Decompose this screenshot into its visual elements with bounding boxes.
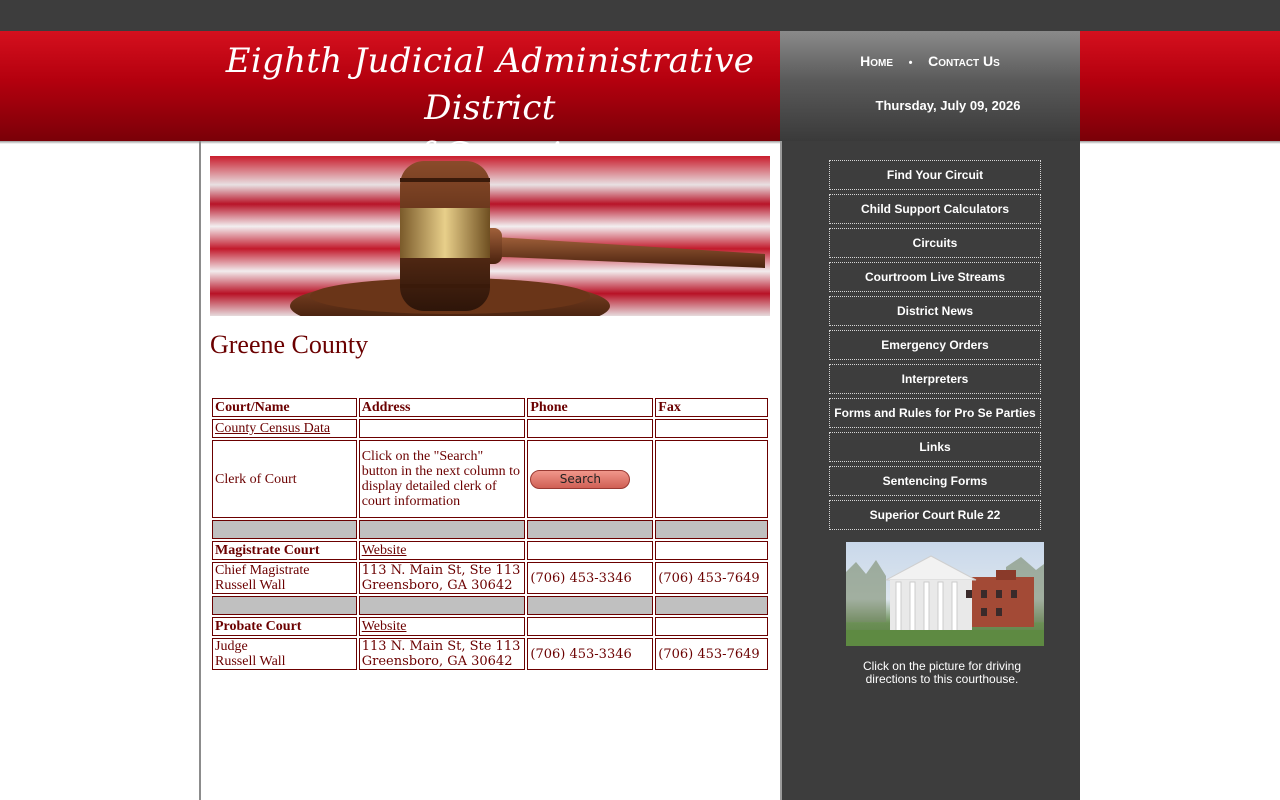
- probate-website-link[interactable]: Website: [362, 619, 407, 634]
- sidebar-menu: Find Your Circuit Child Support Calculat…: [829, 160, 1041, 534]
- probate-court-heading: Probate Court: [212, 617, 357, 636]
- table-row: Probate Court Website: [212, 617, 768, 636]
- table-cell: [527, 419, 654, 438]
- courthouse-photo[interactable]: [846, 542, 1044, 646]
- sidebar-item-child-support-calculators[interactable]: Child Support Calculators: [829, 194, 1041, 224]
- magistrate-court-heading: Magistrate Court: [212, 541, 357, 560]
- search-button[interactable]: Search: [530, 469, 631, 489]
- column-header-address: Address: [358, 398, 526, 417]
- header-links: Home • Contact Us: [780, 53, 1080, 69]
- magistrate-website-link[interactable]: Website: [362, 543, 407, 558]
- column-header-court-name: Court/Name: [212, 398, 357, 417]
- gavel-illustration: [290, 161, 765, 316]
- spacer-cell: [527, 596, 654, 615]
- sidebar-item-superior-court-rule-22[interactable]: Superior Court Rule 22: [829, 500, 1041, 530]
- page-title: Greene County: [210, 330, 369, 359]
- spacer-cell: [358, 520, 526, 539]
- probate-name-cell: Judge Russell Wall: [212, 638, 357, 670]
- current-date: Thursday, July 09, 2026: [875, 98, 1021, 113]
- sidebar-item-sentencing-forms[interactable]: Sentencing Forms: [829, 466, 1041, 496]
- sidebar-item-find-your-circuit[interactable]: Find Your Circuit: [829, 160, 1041, 190]
- sidebar-item-forms-and-rules[interactable]: Forms and Rules for Pro Se Parties: [829, 398, 1041, 428]
- probate-phone: (706) 453-3346: [527, 638, 654, 670]
- courthouse-illustration: [846, 555, 1044, 646]
- sidebar-item-interpreters[interactable]: Interpreters: [829, 364, 1041, 394]
- contact-us-link[interactable]: Contact Us: [928, 53, 1000, 69]
- magistrate-title: Chief Magistrate: [215, 563, 310, 578]
- magistrate-phone: (706) 453-3346: [527, 562, 654, 594]
- table-cell: County Census Data: [212, 419, 357, 438]
- table-cell: [358, 419, 526, 438]
- home-link[interactable]: Home: [860, 53, 893, 69]
- top-bar: [0, 0, 1280, 31]
- table-header-row: Court/Name Address Phone Fax: [212, 398, 768, 417]
- column-header-phone: Phone: [527, 398, 654, 417]
- table-spacer-row: [212, 520, 768, 539]
- address-line: Greensboro, GA 30642: [361, 654, 513, 669]
- table-cell: Website: [358, 541, 526, 560]
- table-row: Clerk of Court Click on the "Search" but…: [212, 440, 768, 518]
- table-row: Judge Russell Wall 113 N. Main St, Ste 1…: [212, 638, 768, 670]
- sidebar-item-circuits[interactable]: Circuits: [829, 228, 1041, 258]
- header-nav: Home • Contact Us Thursday, July 09, 202…: [780, 31, 1080, 141]
- probate-fax: (706) 453-7649: [655, 638, 768, 670]
- county-census-data-link[interactable]: County Census Data: [215, 421, 330, 436]
- column-header-fax: Fax: [655, 398, 768, 417]
- gavel-banner-image: [210, 156, 770, 316]
- spacer-cell: [212, 520, 357, 539]
- address-line: Greensboro, GA 30642: [361, 578, 513, 593]
- nav-separator: •: [908, 57, 913, 69]
- sidebar-item-links[interactable]: Links: [829, 432, 1041, 462]
- table-row: Magistrate Court Website: [212, 541, 768, 560]
- table-cell: [655, 440, 768, 518]
- probate-title: Judge: [215, 639, 248, 654]
- spacer-cell: [212, 596, 357, 615]
- table-spacer-row: [212, 596, 768, 615]
- spacer-cell: [358, 596, 526, 615]
- table-row: County Census Data: [212, 419, 768, 438]
- spacer-cell: [655, 520, 768, 539]
- spacer-cell: [655, 596, 768, 615]
- courthouse-caption: Click on the picture for driving directi…: [862, 659, 1022, 686]
- content-left-border: [199, 141, 201, 800]
- table-cell: [527, 541, 654, 560]
- spacer-cell: [527, 520, 654, 539]
- address-line: 113 N. Main St, Ste 113: [361, 639, 521, 654]
- site-title-line1: Eighth Judicial Administrative District: [225, 41, 755, 128]
- table-row: Chief Magistrate Russell Wall 113 N. Mai…: [212, 562, 768, 594]
- table-cell: [655, 617, 768, 636]
- magistrate-person: Russell Wall: [215, 578, 286, 593]
- probate-person: Russell Wall: [215, 654, 286, 669]
- magistrate-fax: (706) 453-7649: [655, 562, 768, 594]
- sidebar-item-courtroom-live-streams[interactable]: Courtroom Live Streams: [829, 262, 1041, 292]
- table-cell: Website: [358, 617, 526, 636]
- table-cell: Search: [527, 440, 654, 518]
- table-cell: [655, 419, 768, 438]
- court-directory-table: Court/Name Address Phone Fax County Cens…: [210, 396, 770, 672]
- magistrate-address-cell: 113 N. Main St, Ste 113 Greensboro, GA 3…: [358, 562, 526, 594]
- table-cell: [527, 617, 654, 636]
- table-cell: [655, 541, 768, 560]
- sidebar-item-emergency-orders[interactable]: Emergency Orders: [829, 330, 1041, 360]
- clerk-of-court-cell: Clerk of Court: [212, 440, 357, 518]
- clerk-instructions-cell: Click on the "Search" button in the next…: [358, 440, 526, 518]
- probate-address-cell: 113 N. Main St, Ste 113 Greensboro, GA 3…: [358, 638, 526, 670]
- address-line: 113 N. Main St, Ste 113: [361, 563, 521, 578]
- magistrate-name-cell: Chief Magistrate Russell Wall: [212, 562, 357, 594]
- sidebar-item-district-news[interactable]: District News: [829, 296, 1041, 326]
